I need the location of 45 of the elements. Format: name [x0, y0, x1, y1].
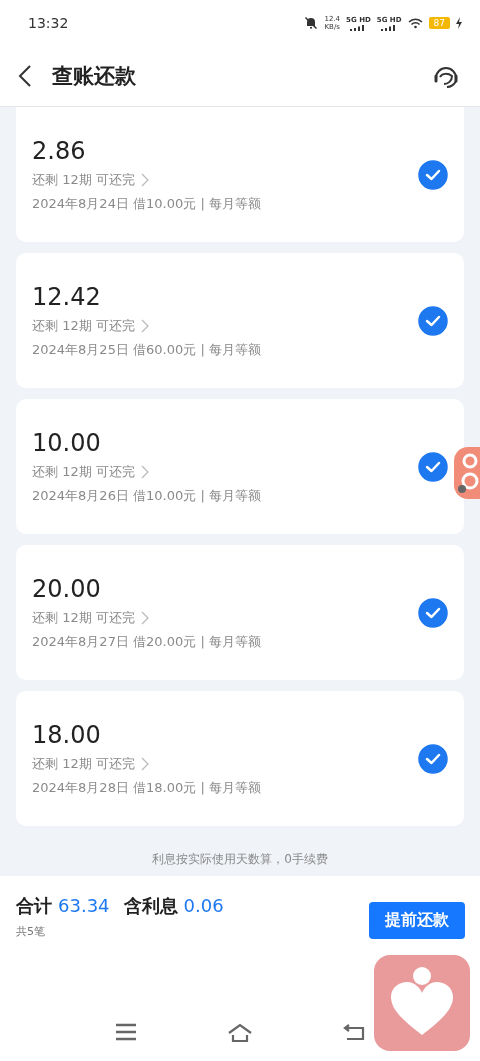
interest-label: 含利息 — [123, 894, 178, 918]
bill-card[interactable]: 12.42 还剩 12期 可还完 2024年8月25日 借60.00元 | 每月等额 — [16, 253, 464, 388]
remaining-periods[interactable]: 还剩 12期 可还完 — [32, 170, 135, 189]
home-icon[interactable] — [227, 1023, 253, 1043]
status-time: 13:32 — [28, 15, 69, 31]
page-title: 查账还款 — [52, 63, 137, 90]
bill-amount: 2.86 — [32, 136, 87, 165]
bill-amount: 12.42 — [32, 282, 102, 311]
bell-muted-icon — [304, 16, 319, 30]
checkbox[interactable] — [418, 743, 448, 774]
remaining-periods[interactable]: 还剩 12期 可还完 — [32, 316, 135, 335]
remaining-periods[interactable]: 还剩 12期 可还完 — [32, 462, 135, 481]
bill-detail: 2024年8月26日 借10.00元 | 每月等额 — [32, 486, 262, 505]
checkbox[interactable] — [418, 159, 448, 190]
bill-detail: 2024年8月27日 借20.00元 | 每月等额 — [32, 632, 262, 651]
signal-icon — [350, 24, 367, 31]
checkbox[interactable] — [418, 305, 448, 336]
total-label: 合计 — [16, 894, 52, 918]
bill-amount: 18.00 — [32, 720, 102, 749]
wifi-icon — [407, 17, 423, 29]
bill-amount: 10.00 — [32, 428, 102, 457]
back-nav-icon[interactable] — [343, 1023, 365, 1041]
menu-icon[interactable] — [115, 1023, 137, 1041]
bill-detail: 2024年8月24日 借10.00元 | 每月等额 — [32, 194, 262, 213]
signal-icon — [381, 24, 398, 31]
interest-amount: 0.06 — [183, 895, 224, 916]
bill-detail: 2024年8月25日 借60.00元 | 每月等额 — [32, 340, 262, 359]
bill-count: 共5笔 — [16, 924, 46, 939]
back-icon[interactable] — [18, 64, 32, 88]
bill-card[interactable]: 10.00 还剩 12期 可还完 2024年8月26日 借10.00元 | 每月等额 — [16, 399, 464, 534]
floating-bubble-icon[interactable] — [454, 447, 480, 499]
bill-detail: 2024年8月28日 借18.00元 | 每月等额 — [32, 778, 262, 797]
bill-card[interactable]: 20.00 还剩 12期 可还完 2024年8月27日 借20.00元 | 每月等额 — [16, 545, 464, 680]
remaining-periods[interactable]: 还剩 12期 可还完 — [32, 754, 135, 773]
prepay-button[interactable]: 提前还款 — [369, 902, 465, 939]
bill-amount: 20.00 — [32, 574, 102, 603]
checkbox[interactable] — [418, 451, 448, 482]
remaining-periods[interactable]: 还剩 12期 可还完 — [32, 608, 135, 627]
checkbox[interactable] — [418, 597, 448, 628]
heart-app-icon[interactable] — [374, 955, 470, 1051]
bill-card[interactable]: 2.86 还剩 12期 可还完 2024年8月24日 借10.00元 | 每月等额 — [16, 107, 464, 242]
bill-card[interactable]: 18.00 还剩 12期 可还完 2024年8月28日 借18.00元 | 每月等额 — [16, 691, 464, 826]
total-amount: 63.34 — [58, 895, 110, 916]
battery-level: 87 — [428, 17, 450, 29]
interest-note: 利息按实际使用天数算，0手续费 — [151, 851, 329, 868]
